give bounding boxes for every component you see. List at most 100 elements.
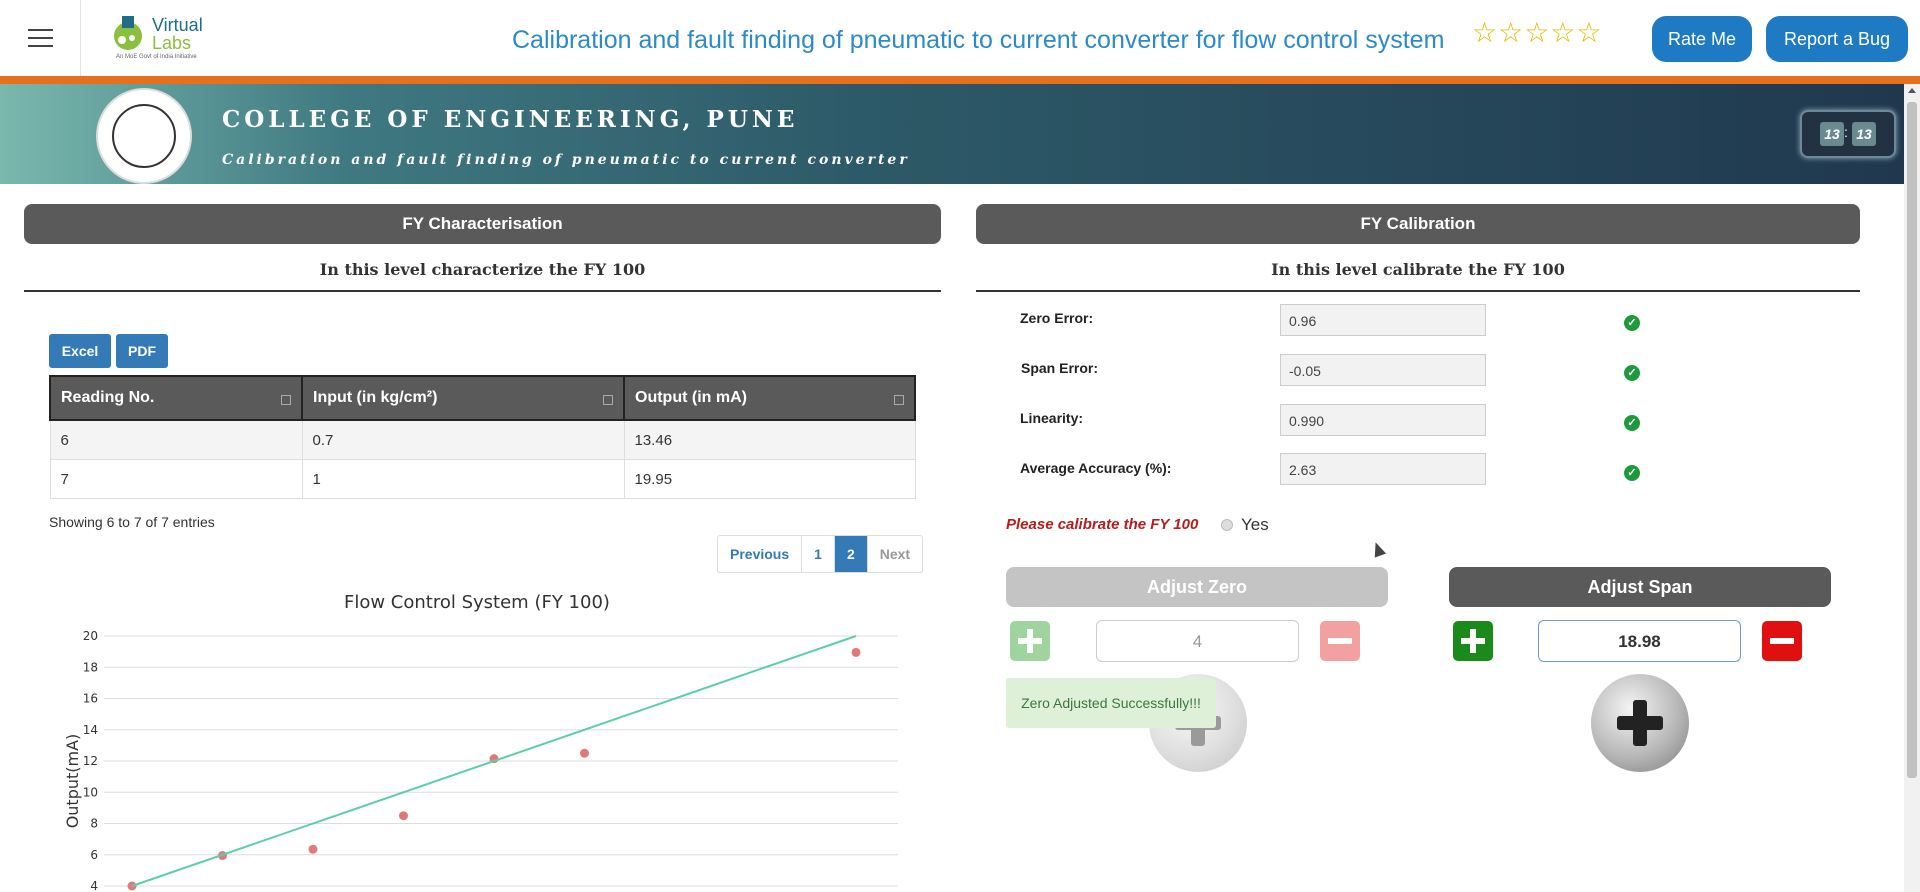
hamburger-icon-bar: [28, 37, 53, 39]
zero-increase-button[interactable]: [1010, 621, 1050, 661]
flask-icon: [114, 16, 142, 50]
pagination-page-1[interactable]: 1: [802, 536, 835, 572]
logo-text-virtual: Virtual: [152, 15, 203, 35]
span-error-field[interactable]: -0.05: [1280, 354, 1486, 386]
report-bug-button[interactable]: Report a Bug: [1766, 16, 1908, 62]
divider: [976, 290, 1860, 292]
span-error-label: Span Error:: [1021, 360, 1099, 376]
span-adjust-screw-icon[interactable]: [1591, 674, 1689, 772]
linearity-field[interactable]: 0.990: [1280, 404, 1486, 436]
characterisation-header: FY Characterisation: [24, 204, 941, 244]
flow-control-chart: 4 6 8 10 12 14 16 18 20 Output(mA): [63, 629, 898, 892]
table-row: 6 0.7 13.46: [49, 419, 916, 460]
column-header-output[interactable]: Output (in mA): [623, 375, 916, 421]
check-icon: ✓: [1624, 465, 1640, 481]
rating-stars[interactable]: ☆☆☆☆☆: [1472, 16, 1603, 49]
scroll-up-arrow-icon[interactable]: [1908, 88, 1916, 93]
zero-decrease-button[interactable]: [1320, 621, 1360, 661]
y-tick-label: 6: [90, 848, 98, 862]
virtual-labs-logo[interactable]: Virtual Labs An MoE Govt of India Initia…: [108, 12, 208, 64]
pagination: Previous 1 2 Next: [717, 535, 924, 573]
screw-slot-vertical: [1633, 700, 1647, 746]
span-value-input[interactable]: 18.98: [1538, 620, 1741, 662]
table-cell: 13.46: [623, 419, 916, 460]
y-tick-label: 20: [83, 629, 98, 643]
rate-me-button[interactable]: Rate Me: [1652, 16, 1752, 62]
top-nav: Virtual Labs An MoE Govt of India Initia…: [0, 0, 1920, 84]
logo-tagline: An MoE Govt of India Initiative: [116, 54, 197, 60]
timer: 13 : 13: [1800, 110, 1896, 158]
span-increase-button[interactable]: [1453, 621, 1493, 661]
adjust-span-header: Adjust Span: [1449, 567, 1831, 607]
y-tick-label: 10: [83, 785, 98, 799]
college-seal-logo: [96, 88, 192, 184]
hamburger-icon: [28, 29, 53, 31]
pdf-export-button[interactable]: PDF: [116, 334, 168, 368]
y-tick-label: 14: [83, 723, 98, 737]
excel-export-button[interactable]: Excel: [49, 334, 111, 368]
experiment-subtitle: Calibration and fault finding of pneumat…: [222, 152, 910, 168]
column-header-reading[interactable]: Reading No.: [49, 375, 303, 421]
college-banner: COLLEGE OF ENGINEERING, PUNE Calibration…: [0, 84, 1904, 184]
linearity-label: Linearity:: [1020, 410, 1084, 426]
pagination-page-2[interactable]: 2: [834, 536, 868, 572]
college-name: COLLEGE OF ENGINEERING, PUNE: [222, 106, 799, 133]
column-header-label: Output (in mA): [635, 389, 747, 406]
zero-error-label: Zero Error:: [1020, 310, 1094, 326]
table-cell: 19.95: [623, 459, 916, 499]
check-icon: ✓: [1624, 415, 1640, 431]
mouse-cursor-icon: [1369, 540, 1387, 558]
minus-icon: [1770, 638, 1794, 644]
characterisation-subheader: In this level characterize the FY 100: [319, 260, 646, 279]
sort-icon[interactable]: [603, 395, 613, 405]
logo-text-labs: Labs: [152, 33, 192, 53]
column-header-label: Input (in kg/cm²): [313, 389, 438, 406]
check-icon: ✓: [1624, 315, 1640, 331]
zero-value-input[interactable]: 4: [1096, 620, 1299, 662]
y-tick-label: 16: [83, 692, 98, 706]
adjust-zero-header: Adjust Zero: [1006, 567, 1388, 607]
table-cell: 6: [49, 419, 303, 460]
y-axis-label: Output(mA): [63, 734, 82, 829]
table-info: Showing 6 to 7 of 7 entries: [49, 514, 215, 530]
span-decrease-button[interactable]: [1762, 621, 1802, 661]
calibrate-prompt: Please calibrate the FY 100: [1006, 516, 1199, 533]
average-accuracy-label: Average Accuracy (%):: [1020, 460, 1172, 476]
pagination-next[interactable]: Next: [868, 536, 922, 572]
y-tick-label: 18: [83, 660, 98, 674]
data-point: [308, 844, 318, 854]
average-accuracy-field[interactable]: 2.63: [1280, 453, 1486, 485]
y-tick-label: 8: [90, 817, 98, 831]
zero-success-toast: Zero Adjusted Successfully!!!: [1006, 678, 1216, 728]
sort-icon[interactable]: [894, 395, 904, 405]
chart-title: Flow Control System (FY 100): [344, 592, 610, 613]
table-row: 7 1 19.95: [49, 459, 916, 499]
menu-button[interactable]: [0, 0, 81, 76]
timer-colon: :: [1844, 124, 1848, 140]
readings-table: Reading No. Input (in kg/cm²) Output (in…: [49, 375, 916, 499]
page-scrollbar[interactable]: [1904, 84, 1920, 892]
table-cell: 0.7: [301, 419, 625, 460]
table-cell: 1: [301, 459, 625, 499]
timer-seconds: 13: [1852, 122, 1876, 146]
zero-error-field[interactable]: 0.96: [1280, 304, 1486, 336]
app-title: Calibration and fault finding of pneumat…: [512, 26, 1445, 54]
y-tick-label: 12: [83, 754, 98, 768]
scrollbar-thumb[interactable]: [1907, 102, 1917, 778]
hamburger-icon-bar: [28, 45, 53, 47]
yes-radio[interactable]: [1221, 519, 1233, 531]
y-tick-label: 4: [90, 879, 98, 892]
data-point: [399, 811, 408, 821]
sort-icon[interactable]: [281, 395, 291, 405]
check-icon: ✓: [1624, 365, 1640, 381]
table-cell: 7: [49, 459, 303, 499]
pagination-previous[interactable]: Previous: [718, 536, 803, 572]
data-point: [851, 647, 861, 657]
data-point: [580, 748, 589, 758]
plus-icon-vertical: [1470, 629, 1476, 653]
column-header-input[interactable]: Input (in kg/cm²): [301, 375, 625, 421]
timer-minutes: 13: [1820, 122, 1844, 146]
column-header-label: Reading No.: [61, 389, 155, 406]
minus-icon: [1328, 638, 1352, 644]
calibration-header: FY Calibration: [976, 204, 1860, 244]
